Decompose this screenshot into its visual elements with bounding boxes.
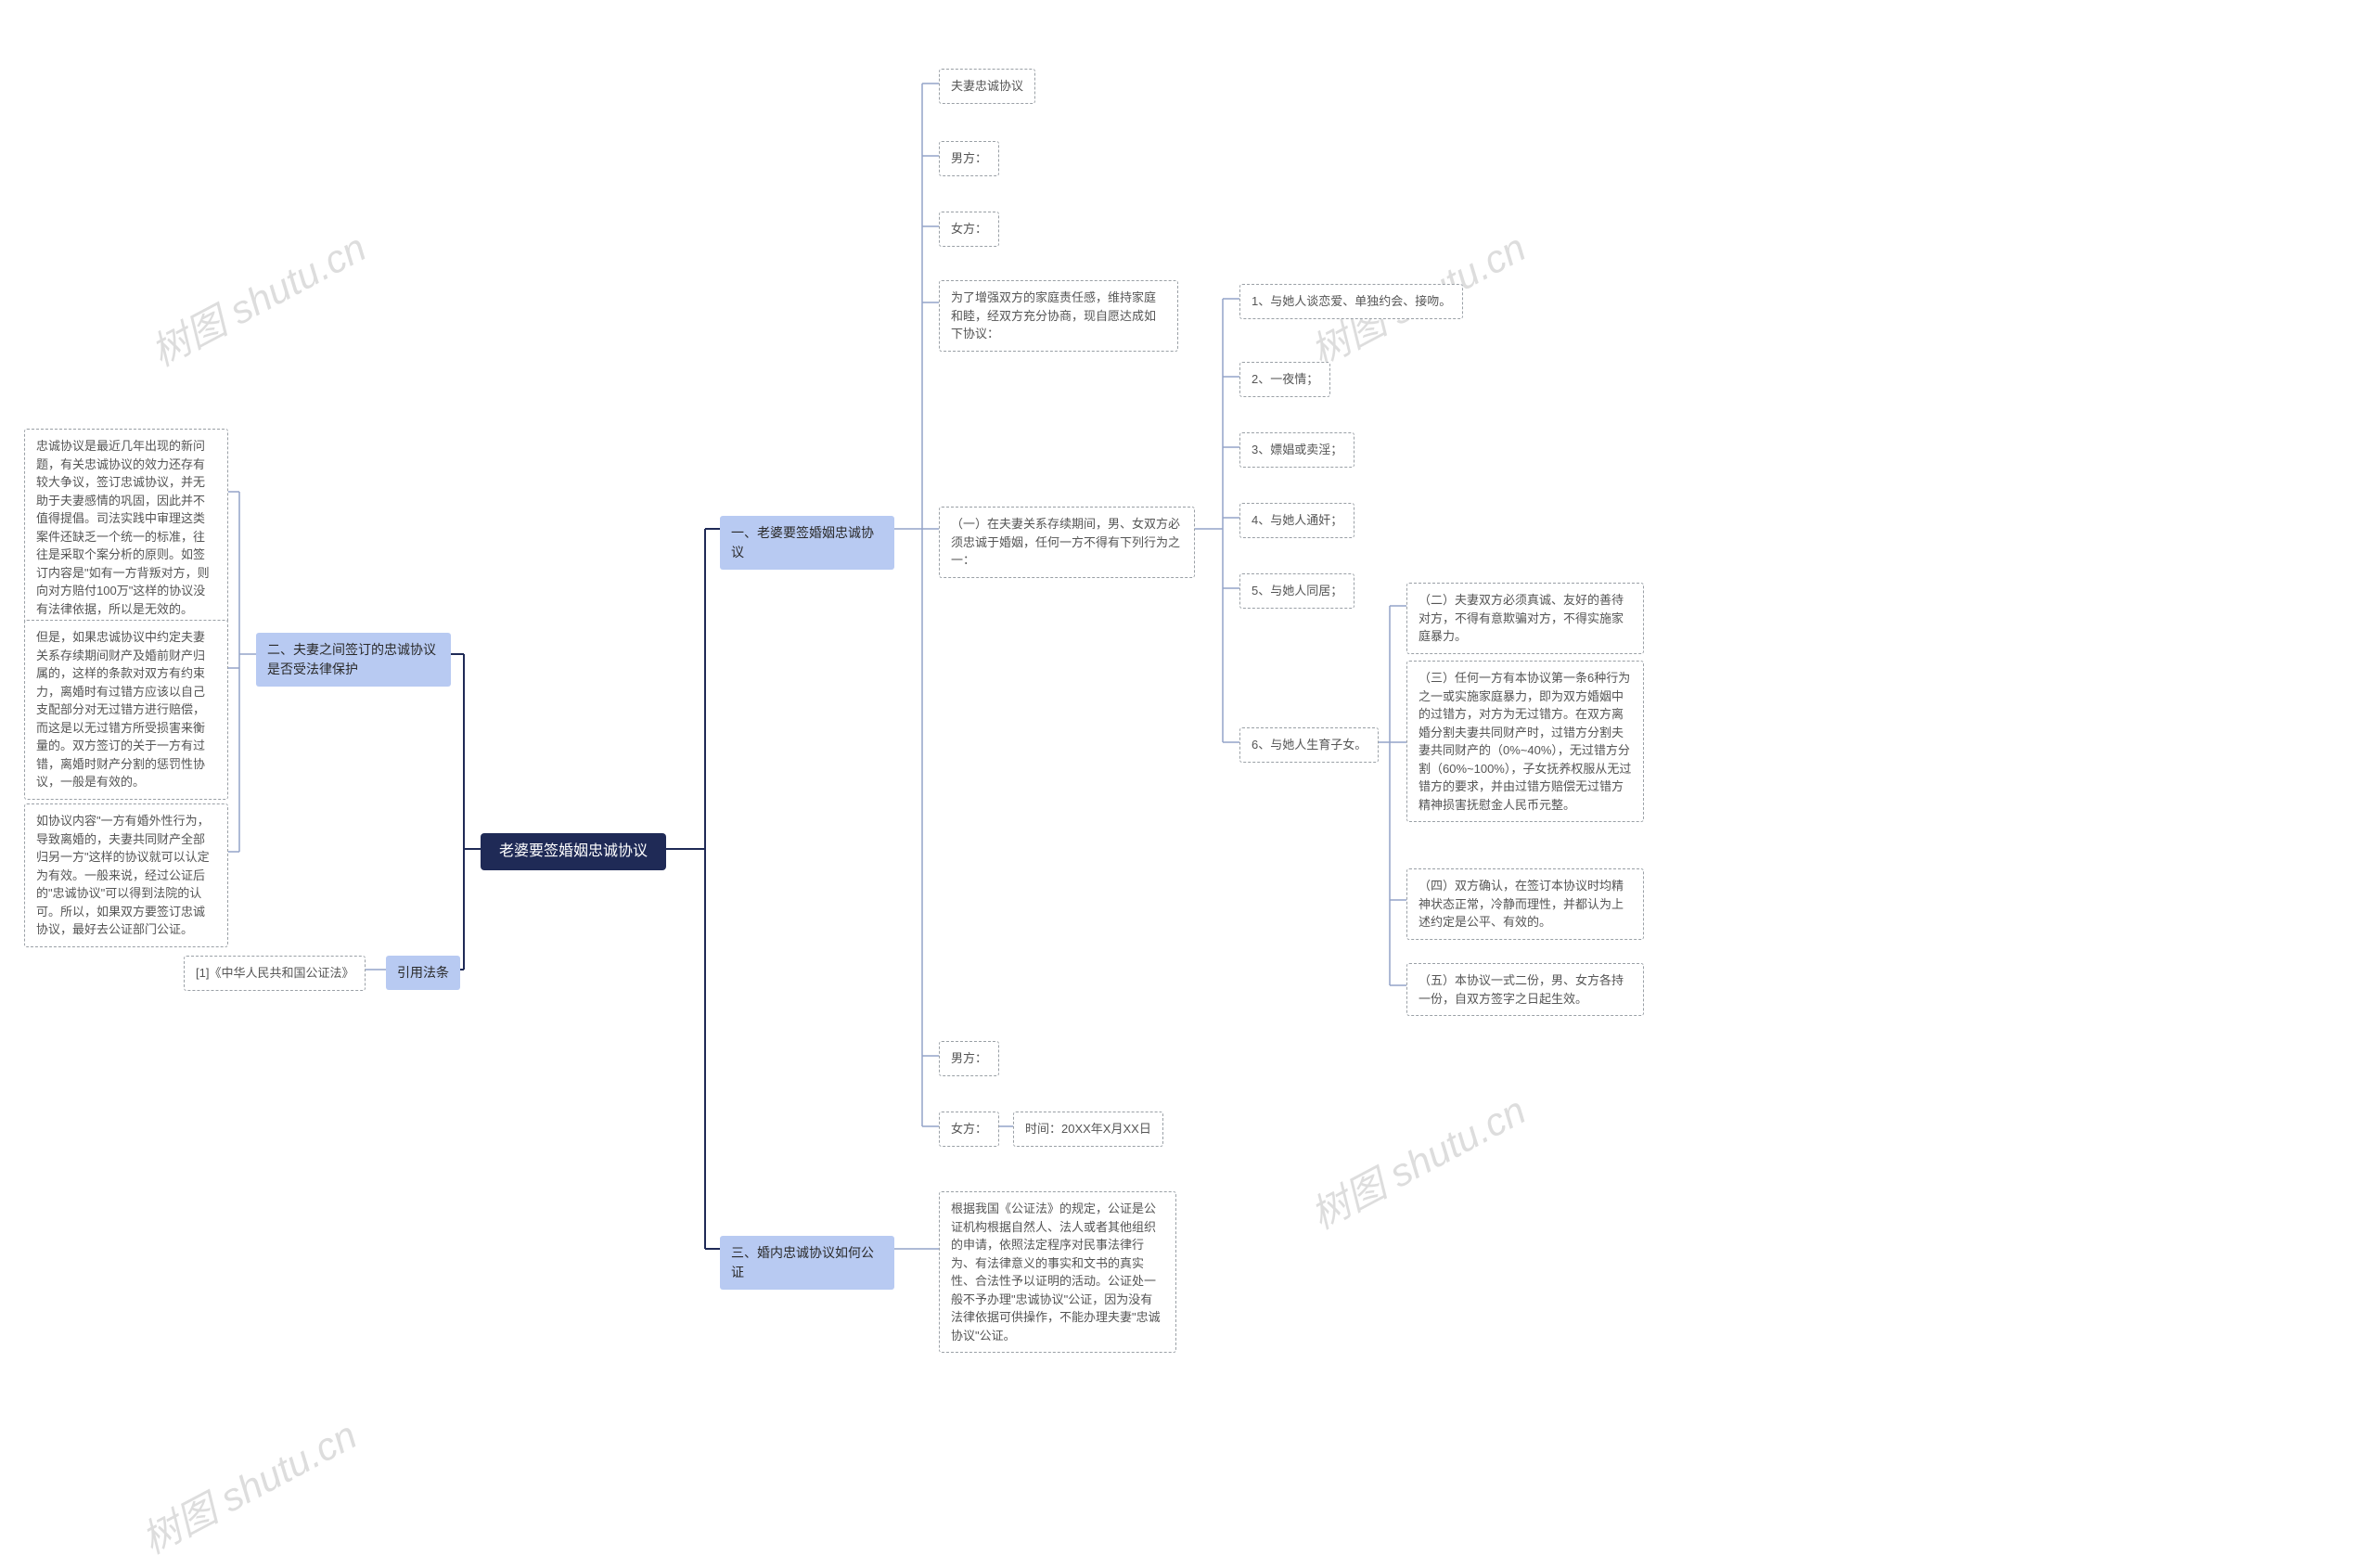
leaf-clause-1-6: 6、与她人生育子女。	[1239, 727, 1379, 763]
leaf-clause-2: （二）夫妻双方必须真诚、友好的善待对方，不得有意欺骗对方，不得实施家庭暴力。	[1406, 583, 1644, 654]
leaf-female-party-1: 女方：	[939, 212, 999, 247]
leaf-clause-1-3: 3、嫖娼或卖淫；	[1239, 432, 1354, 468]
leaf-clause-1-5: 5、与她人同居；	[1239, 573, 1354, 609]
watermark: 树图 shutu.cn	[131, 1405, 366, 1565]
leaf-notarization-explain: 根据我国《公证法》的规定，公证是公证机构根据自然人、法人或者其他组织的申请，依照…	[939, 1191, 1176, 1353]
leaf-clause-1-1: 1、与她人谈恋爱、单独约会、接吻。	[1239, 284, 1463, 319]
branch-references[interactable]: 引用法条	[386, 956, 460, 990]
leaf-male-party-2: 男方：	[939, 1041, 999, 1076]
leaf-preamble: 为了增强双方的家庭责任感，维持家庭和睦，经双方充分协商，现自愿达成如下协议：	[939, 280, 1178, 352]
leaf-clause-1: （一）在夫妻关系存续期间，男、女双方必须忠诚于婚姻，任何一方不得有下列行为之一：	[939, 507, 1195, 578]
leaf-b2-para3: 如协议内容"一方有婚外性行为，导致离婚的，夫妻共同财产全部归另一方"这样的协议就…	[24, 803, 228, 947]
branch-section-3[interactable]: 三、婚内忠诚协议如何公证	[720, 1236, 894, 1290]
watermark: 树图 shutu.cn	[1300, 1080, 1534, 1240]
leaf-clause-1-2: 2、一夜情；	[1239, 362, 1330, 397]
leaf-b2-para1: 忠诚协议是最近几年出现的新问题，有关忠诚协议的效力还存有较大争议，签订忠诚协议，…	[24, 429, 228, 626]
watermark: 树图 shutu.cn	[140, 217, 375, 378]
leaf-clause-1-4: 4、与她人通奸；	[1239, 503, 1354, 538]
leaf-male-party-1: 男方：	[939, 141, 999, 176]
branch-section-1[interactable]: 一、老婆要签婚姻忠诚协议	[720, 516, 894, 570]
leaf-clause-4: （四）双方确认，在签订本协议时均精神状态正常，冷静而理性，并都认为上述约定是公平…	[1406, 868, 1644, 940]
leaf-female-party-2: 女方：	[939, 1112, 999, 1147]
leaf-b2-para2: 但是，如果忠诚协议中约定夫妻关系存续期间财产及婚前财产归属的，这样的条款对双方有…	[24, 620, 228, 800]
connector-lines	[0, 0, 2375, 1568]
leaf-fidelity-agreement: 夫妻忠诚协议	[939, 69, 1035, 104]
leaf-clause-5: （五）本协议一式二份，男、女方各持一份，自双方签字之日起生效。	[1406, 963, 1644, 1016]
leaf-clause-3: （三）任何一方有本协议第一条6种行为之一或实施家庭暴力，即为双方婚姻中的过错方，…	[1406, 661, 1644, 822]
branch-section-2[interactable]: 二、夫妻之间签订的忠诚协议是否受法律保护	[256, 633, 451, 687]
leaf-ref-1: [1]《中华人民共和国公证法》	[184, 956, 366, 991]
root-node[interactable]: 老婆要签婚姻忠诚协议	[481, 833, 666, 870]
leaf-date: 时间：20XX年X月XX日	[1013, 1112, 1163, 1147]
